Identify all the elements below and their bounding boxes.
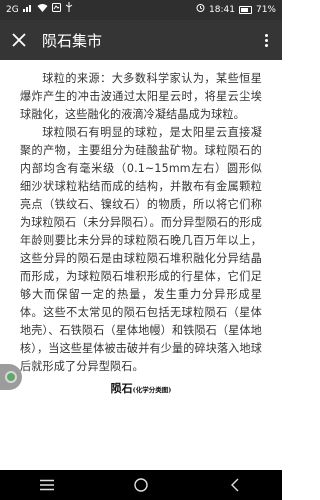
home-button[interactable] [116,470,166,500]
wifi-icon [37,0,48,20]
back-button[interactable] [210,470,260,500]
status-time: 18:41 [209,5,235,15]
more-dot-icon [264,33,268,37]
close-button[interactable] [0,20,38,60]
figure-caption: 陨石(化学分类图) [20,380,262,396]
back-icon [231,478,239,492]
more-dot-icon [264,43,268,47]
usb-icon [65,0,73,20]
battery-level: 71% [255,5,276,15]
status-bar: 2G 18:41 71% [0,0,282,20]
signal-indicator: 2G [6,5,19,15]
battery-icon [238,6,252,14]
app-header: 陨石集市 [0,20,282,60]
page-title: 陨石集市 [42,31,103,50]
article-paragraph: 球粒陨石有明显的球粒，是太阳星云直接凝聚的产物，主要组分为硅酸盐矿物。球粒陨石的… [20,126,262,373]
menu-button[interactable] [22,470,72,500]
navigation-bar [0,470,282,500]
article-paragraph: 球粒的来源：大多数科学家认为，某些恒星爆炸产生的冲击波通过太阳星云时，将星云尘埃… [20,72,262,121]
article-content: 球粒的来源：大多数科学家认为，某些恒星爆炸产生的冲击波通过太阳星云时，将星云尘埃… [0,60,282,470]
more-options-button[interactable] [250,20,282,60]
alarm-icon [196,0,205,20]
caption-title: 陨石 [110,382,133,395]
caption-subtitle: (化学分类图) [132,386,172,394]
menu-icon [40,479,54,491]
home-icon [134,478,148,492]
more-dot-icon [264,38,268,42]
signal-bars-icon [22,0,33,20]
close-icon [12,33,26,47]
notification-icon [51,0,61,20]
assist-ball-icon [5,371,17,383]
